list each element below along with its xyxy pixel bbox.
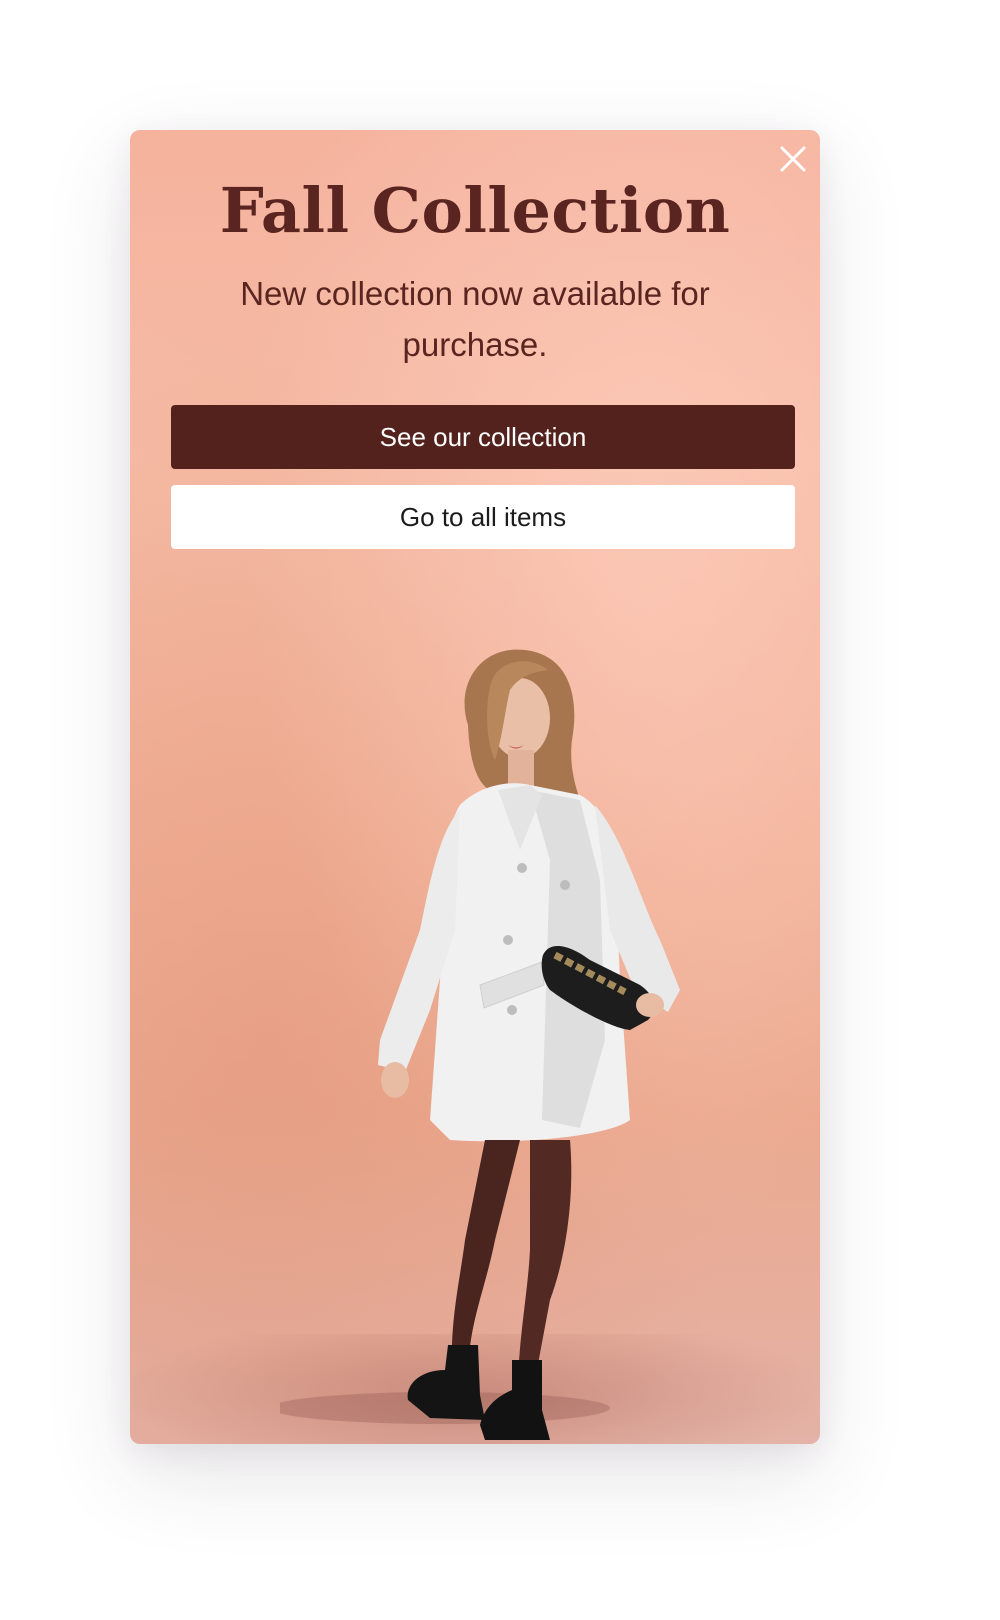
close-icon[interactable]	[776, 142, 810, 176]
all-items-button[interactable]: Go to all items	[171, 485, 795, 549]
fall-collection-popup: Fall Collection New collection now avail…	[130, 130, 820, 1444]
page-backdrop: Fall Collection New collection now avail…	[0, 0, 1000, 1620]
model-photo	[280, 649, 680, 1440]
see-collection-button[interactable]: See our collection	[171, 405, 795, 469]
popup-subtitle: New collection now available for purchas…	[240, 275, 710, 363]
popup-title: Fall Collection	[219, 174, 731, 247]
